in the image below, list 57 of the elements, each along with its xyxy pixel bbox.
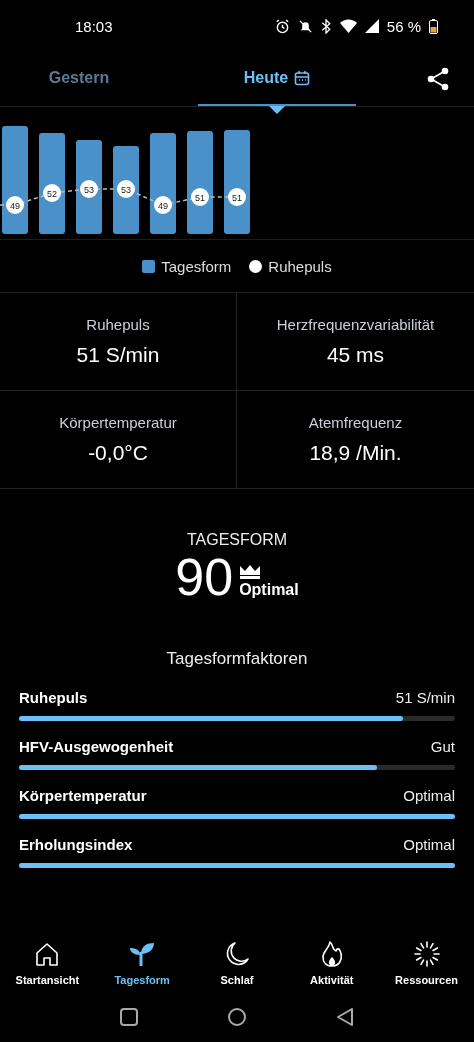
factor-label: Ruhepuls	[19, 689, 88, 706]
battery-icon	[429, 18, 438, 34]
pulse-label: 52	[47, 188, 57, 199]
pulse-label: 53	[121, 184, 131, 195]
nav-tab[interactable]: Schlaf	[192, 940, 282, 986]
nav-tab[interactable]: Ressourcen	[381, 940, 472, 986]
tab-pointer	[269, 106, 285, 114]
recents-icon[interactable]	[119, 1007, 139, 1027]
sprout-icon	[128, 940, 157, 968]
day-tab[interactable]: Gestern	[0, 52, 158, 106]
status-time: 18:03	[75, 17, 113, 35]
bluetooth-icon	[320, 18, 332, 34]
score-value: 90	[175, 551, 234, 603]
score-title: TAGESFORM	[186, 531, 288, 549]
metric-value: -0,0°C	[88, 441, 148, 465]
nav-tab[interactable]: Aktivität	[286, 940, 377, 986]
metric-value: 45 ms	[326, 343, 385, 367]
metric-label: Atemfrequenz	[308, 414, 403, 431]
legend-label: Ruhepuls	[268, 257, 332, 275]
legend-square-icon	[142, 259, 156, 273]
factor-label: Erholungsindex	[19, 836, 133, 853]
factors-title: Tagesformfaktoren	[165, 649, 309, 669]
factor-value: Optimal	[403, 836, 455, 853]
share-icon[interactable]	[426, 67, 450, 91]
tab-label: Heute	[243, 69, 289, 87]
pulse-label: 51	[195, 192, 205, 203]
pulse-label: 53	[84, 184, 94, 195]
metric-label: Körpertemperatur	[59, 414, 177, 431]
loading-icon	[412, 940, 441, 968]
wifi-icon	[339, 19, 357, 33]
nav-tab[interactable]: Startansicht	[2, 940, 93, 986]
muted-bell-icon	[297, 18, 313, 34]
factor-value: Optimal	[403, 787, 455, 804]
pulse-label: 51	[232, 192, 242, 203]
legend-dot-icon	[249, 259, 263, 273]
metric-value: 18,9 /Min.	[309, 441, 402, 465]
pulse-label: 49	[10, 200, 20, 211]
pulse-label: 49	[158, 200, 168, 211]
score-rating: Optimal	[239, 581, 299, 599]
factor-value: 51 S/min	[395, 689, 455, 706]
calendar-icon	[294, 70, 311, 86]
back-icon[interactable]	[335, 1007, 355, 1027]
metric-label: Ruhepuls	[86, 316, 150, 333]
battery-percent: 56 %	[386, 17, 421, 35]
home-circle-icon[interactable]	[227, 1007, 247, 1027]
metric-value: 51 S/min	[76, 343, 160, 367]
metric-label: Herzfrequenzvariabilität	[276, 316, 435, 333]
day-tab[interactable]: Heute	[198, 52, 356, 106]
tab-label: Gestern	[48, 69, 110, 87]
nav-tab[interactable]: Tagesform	[97, 940, 188, 986]
factor-value: Gut	[430, 738, 455, 755]
signal-icon	[364, 19, 379, 33]
factor-label: HFV-Ausgewogenheit	[19, 738, 174, 755]
crown-icon	[239, 565, 262, 579]
alarm-icon	[274, 18, 290, 34]
legend-label: Tagesform	[161, 257, 232, 275]
factor-label: Körpertemperatur	[19, 787, 147, 804]
